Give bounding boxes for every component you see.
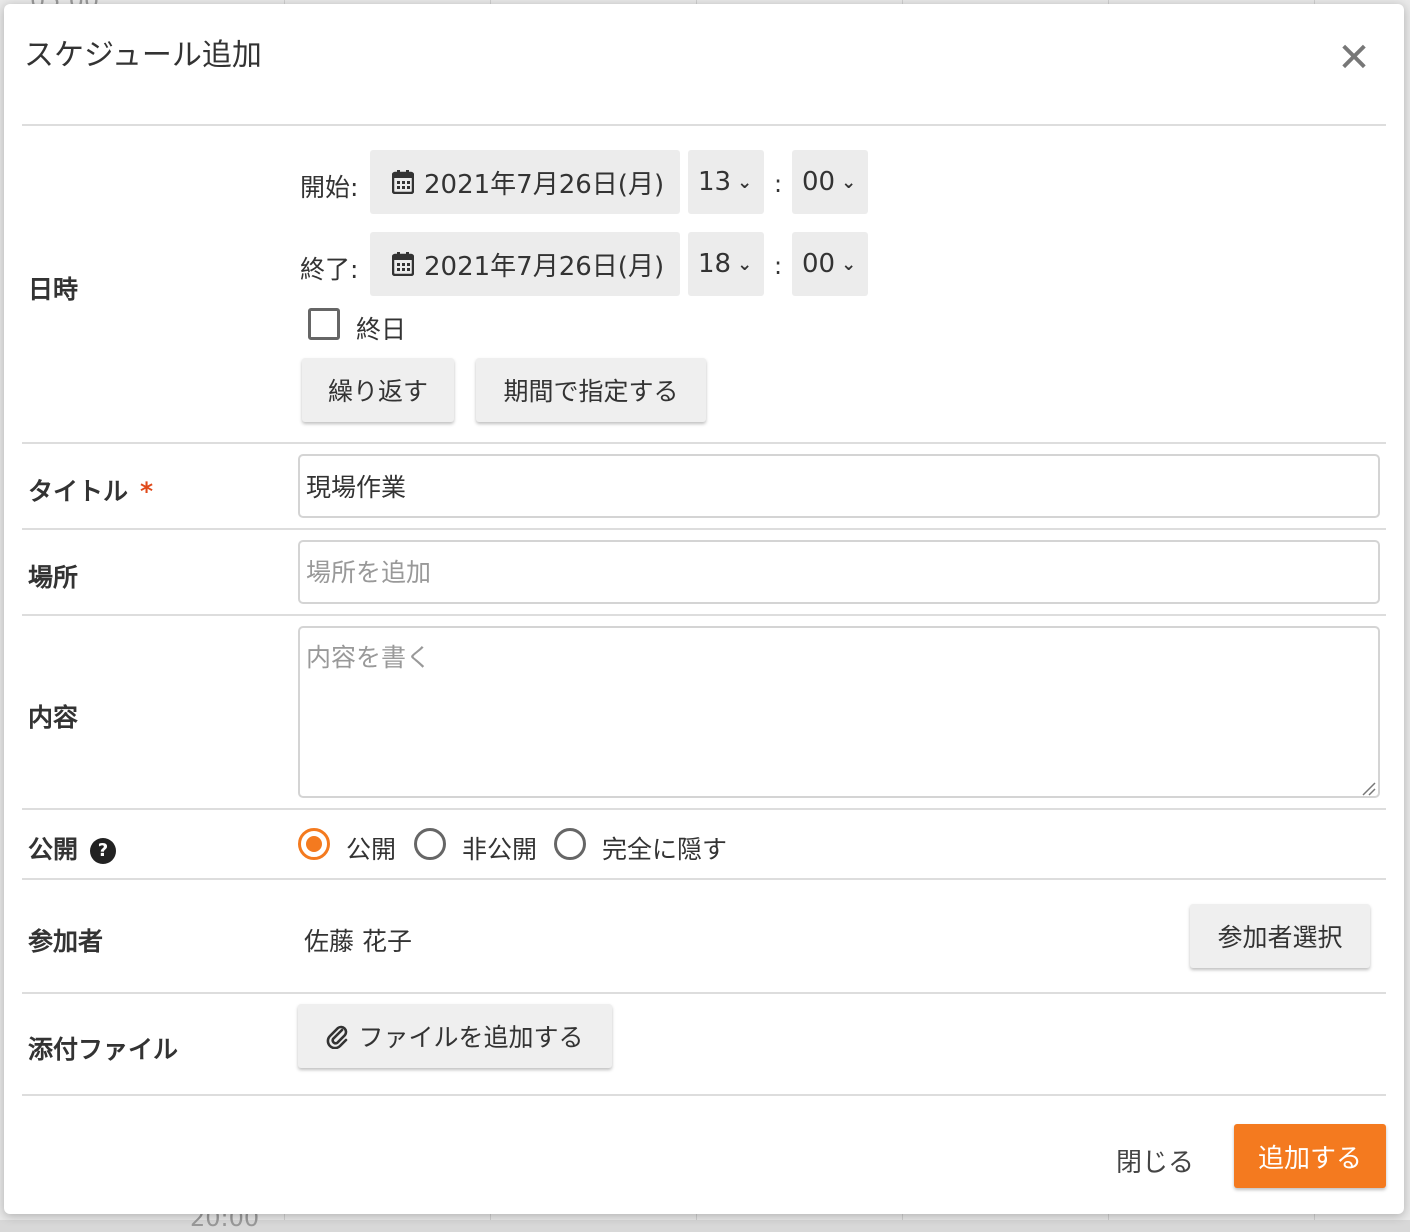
end-minute-value: 00 bbox=[802, 249, 836, 279]
repeat-button[interactable]: 繰り返す bbox=[302, 358, 454, 422]
divider bbox=[22, 808, 1386, 810]
title-label-text: タイトル bbox=[28, 477, 129, 506]
paperclip-icon bbox=[327, 1025, 348, 1049]
participants-label: 参加者 bbox=[28, 927, 104, 956]
calendar-icon bbox=[392, 170, 414, 194]
select-participants-button[interactable]: 参加者選択 bbox=[1190, 904, 1370, 968]
chevron-down-icon: ⌄ bbox=[841, 171, 857, 193]
period-button[interactable]: 期間で指定する bbox=[476, 358, 706, 422]
radio-private-label: 非公開 bbox=[462, 835, 538, 864]
start-minute-value: 00 bbox=[802, 167, 836, 197]
radio-public[interactable] bbox=[298, 828, 330, 860]
start-date-value: 2021年7月26日(月) bbox=[424, 169, 665, 200]
start-label: 開始: bbox=[300, 173, 359, 202]
help-icon[interactable]: ? bbox=[90, 837, 117, 864]
calendar-icon bbox=[392, 252, 414, 276]
end-date-value: 2021年7月26日(月) bbox=[424, 251, 665, 282]
time-separator: : bbox=[774, 170, 783, 198]
chevron-down-icon: ⌄ bbox=[841, 253, 857, 275]
content-textarea[interactable] bbox=[298, 626, 1380, 798]
title-input[interactable] bbox=[298, 454, 1380, 518]
close-button[interactable]: 閉じる bbox=[1116, 1142, 1194, 1179]
start-date-picker[interactable]: 2021年7月26日(月) bbox=[370, 150, 680, 214]
chevron-down-icon: ⌄ bbox=[737, 171, 753, 193]
submit-button[interactable]: 追加する bbox=[1234, 1124, 1386, 1188]
content-label: 内容 bbox=[28, 703, 79, 732]
start-hour-value: 13 bbox=[698, 167, 732, 197]
start-hour-select[interactable]: 13 ⌄ bbox=[688, 150, 764, 214]
required-mark: * bbox=[140, 477, 154, 506]
end-date-picker[interactable]: 2021年7月26日(月) bbox=[370, 232, 680, 296]
visibility-label: 公開? bbox=[28, 830, 117, 866]
title-label: タイトル * bbox=[28, 472, 153, 508]
add-file-button[interactable]: ファイルを追加する bbox=[298, 1004, 612, 1068]
end-label: 終了: bbox=[300, 255, 359, 284]
divider bbox=[22, 992, 1386, 994]
radio-private[interactable] bbox=[414, 828, 446, 860]
radio-public-label: 公開 bbox=[346, 835, 397, 864]
divider bbox=[22, 528, 1386, 530]
place-input[interactable] bbox=[298, 540, 1380, 604]
divider bbox=[22, 614, 1386, 616]
dialog-title: スケジュール追加 bbox=[24, 38, 262, 73]
radio-hidden[interactable] bbox=[554, 828, 586, 860]
end-hour-value: 18 bbox=[698, 249, 732, 279]
all-day-label: 終日 bbox=[356, 315, 407, 344]
participant-name: 佐藤 花子 bbox=[304, 927, 412, 956]
radio-hidden-label: 完全に隠す bbox=[602, 835, 728, 864]
place-label: 場所 bbox=[28, 563, 79, 592]
visibility-label-text: 公開 bbox=[28, 835, 79, 864]
schedule-add-dialog: スケジュール追加 ✕ 日時 開始: 2021年7月26日(月) 13 ⌄ : 00… bbox=[4, 4, 1404, 1214]
time-separator: : bbox=[774, 252, 783, 280]
divider bbox=[22, 442, 1386, 444]
chevron-down-icon: ⌄ bbox=[737, 253, 753, 275]
start-minute-select[interactable]: 00 ⌄ bbox=[792, 150, 868, 214]
divider bbox=[22, 124, 1386, 126]
resize-handle-icon[interactable] bbox=[1360, 780, 1376, 796]
add-file-label: ファイルを追加する bbox=[358, 1023, 584, 1052]
end-hour-select[interactable]: 18 ⌄ bbox=[688, 232, 764, 296]
end-minute-select[interactable]: 00 ⌄ bbox=[792, 232, 868, 296]
datetime-label: 日時 bbox=[28, 275, 79, 304]
divider bbox=[22, 878, 1386, 880]
close-icon[interactable]: ✕ bbox=[1336, 38, 1372, 78]
attachments-label: 添付ファイル bbox=[28, 1035, 179, 1064]
divider bbox=[22, 1094, 1386, 1096]
all-day-checkbox[interactable] bbox=[308, 308, 340, 340]
